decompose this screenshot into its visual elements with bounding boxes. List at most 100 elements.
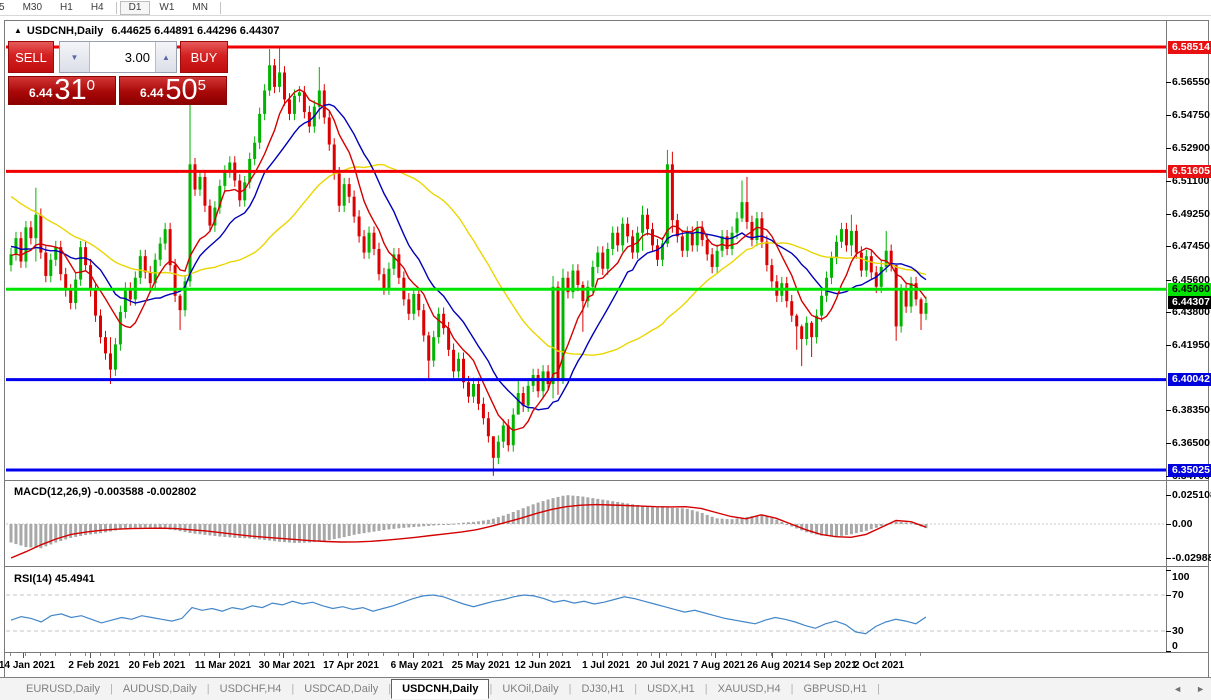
date-minor-tick — [920, 653, 921, 656]
chart-tab-dj30[interactable]: DJ30,H1 — [571, 680, 634, 698]
price-level-badge: 6.35025 — [1168, 464, 1211, 477]
level-lines-layer[interactable] — [6, 47, 1166, 470]
date-minor-tick — [458, 653, 459, 656]
ma-mid — [11, 104, 926, 409]
date-label: 1 Jul 2021 — [582, 660, 630, 671]
chart-tab-ukoil[interactable]: UKOil,Daily — [492, 680, 568, 698]
date-tick-mark — [539, 653, 540, 658]
chart-tab-xauusd[interactable]: XAUUSD,H4 — [708, 680, 791, 698]
date-tick-mark — [477, 653, 478, 658]
date-minor-tick — [114, 653, 115, 656]
date-minor-tick — [592, 653, 593, 656]
date-label: 17 Apr 2021 — [323, 660, 379, 671]
date-minor-tick — [487, 653, 488, 656]
buy-price-big: 50 — [165, 77, 197, 103]
chart-tab-usdcnh[interactable]: USDCNH,Daily — [391, 679, 489, 699]
chart-window: ▲USDCNH,Daily6.44625 6.44891 6.44296 6.4… — [4, 20, 1209, 677]
date-axis[interactable]: 14 Jan 20212 Feb 202120 Feb 202111 Mar 2… — [5, 653, 1208, 678]
date-minor-tick — [860, 653, 861, 656]
date-minor-tick — [353, 653, 354, 656]
date-minor-tick — [279, 653, 280, 656]
price-tick-label: 6.41950 — [1172, 339, 1210, 351]
timeframe-button-h4[interactable]: H4 — [82, 1, 113, 15]
date-minor-tick — [323, 653, 324, 656]
date-minor-tick — [502, 653, 503, 656]
date-minor-tick — [472, 653, 473, 656]
date-minor-tick — [174, 653, 175, 656]
date-minor-tick — [100, 653, 101, 656]
date-label: 20 Jul 2021 — [636, 660, 689, 671]
date-tick-mark — [602, 653, 603, 658]
date-tick-mark — [715, 653, 716, 658]
timeframe-button-mn[interactable]: MN — [183, 1, 217, 15]
timeframe-button-w1[interactable]: W1 — [150, 1, 183, 15]
date-minor-tick — [189, 653, 190, 656]
rsi-tick-mark — [1166, 631, 1171, 632]
date-tick-mark — [875, 653, 876, 658]
price-tick-mark — [1166, 246, 1171, 247]
tab-scroll-left-icon[interactable]: ◄ — [1173, 684, 1182, 694]
macd-indicator-label: MACD(12,26,9) -0.003588 -0.002802 — [14, 486, 196, 498]
rsi-axis-label: 70 — [1172, 589, 1184, 601]
date-minor-tick — [532, 653, 533, 656]
rsi-axis-label: 100 — [1172, 571, 1190, 583]
ma-slow — [11, 165, 926, 356]
date-minor-tick — [159, 653, 160, 656]
timeframe-button-d1[interactable]: D1 — [120, 1, 151, 15]
date-tick-mark — [413, 653, 414, 658]
rsi-chart-canvas[interactable] — [6, 569, 1166, 652]
date-label: 20 Feb 2021 — [129, 660, 186, 671]
symbol-period-label: USDCNH,Daily — [27, 25, 103, 37]
date-minor-tick — [398, 653, 399, 656]
chart-tab-usdcad[interactable]: USDCAD,Daily — [294, 680, 388, 698]
rsi-tick-mark — [1166, 595, 1171, 596]
chart-tab-eurusd[interactable]: EURUSD,Daily — [16, 680, 110, 698]
date-minor-tick — [204, 653, 205, 656]
date-minor-tick — [368, 653, 369, 656]
chart-tab-usdx[interactable]: USDX,H1 — [637, 680, 705, 698]
timeframe-button-5[interactable]: 5 — [0, 1, 14, 15]
date-minor-tick — [890, 653, 891, 656]
date-label: 2 Oct 2021 — [854, 660, 904, 671]
price-tick-mark — [1166, 410, 1171, 411]
price-level-badge: 6.51605 — [1168, 165, 1211, 178]
price-tick-mark — [1166, 82, 1171, 83]
volume-increase-button[interactable]: ▲ — [155, 42, 176, 72]
date-minor-tick — [428, 653, 429, 656]
buy-price-panel[interactable]: 6.44 50 5 — [119, 76, 227, 105]
volume-decrease-button[interactable]: ▼ — [60, 42, 90, 72]
chart-tab-usdchf[interactable]: USDCHF,H4 — [210, 680, 292, 698]
sell-price-panel[interactable]: 6.44 31 0 — [8, 76, 116, 105]
price-tick-mark — [1166, 148, 1171, 149]
buy-price-sup: 5 — [198, 78, 206, 93]
date-minor-tick — [741, 653, 742, 656]
chart-tab-gbpusd[interactable]: GBPUSD,H1 — [793, 680, 877, 698]
price-tick-mark — [1166, 214, 1171, 215]
date-label: 2 Feb 2021 — [68, 660, 119, 671]
rsi-name: RSI(14) — [14, 573, 52, 585]
date-minor-tick — [831, 653, 832, 656]
tab-scroll-right-icon[interactable]: ► — [1196, 684, 1205, 694]
date-minor-tick — [308, 653, 309, 656]
date-label: 11 Mar 2021 — [195, 660, 251, 671]
date-minor-tick — [55, 653, 56, 656]
rsi-indicator-label: RSI(14) 45.4941 — [14, 573, 95, 585]
price-tick-label: 6.52900 — [1172, 142, 1210, 154]
sell-button[interactable]: SELL — [8, 41, 54, 73]
chart-tab-bar: EURUSD,Daily|AUDUSD,Daily|USDCHF,H4|USDC… — [0, 677, 1211, 700]
timeframe-button-m30[interactable]: M30 — [14, 1, 51, 15]
date-tick-mark — [90, 653, 91, 658]
chart-tab-audusd[interactable]: AUDUSD,Daily — [113, 680, 207, 698]
timeframe-button-h1[interactable]: H1 — [51, 1, 82, 15]
macd-tick-mark — [1166, 524, 1171, 525]
price-tick-mark — [1166, 115, 1171, 116]
date-minor-tick — [517, 653, 518, 656]
date-minor-tick — [651, 653, 652, 656]
volume-input[interactable]: 3.00 — [90, 42, 155, 72]
rsi-value: 45.4941 — [55, 573, 95, 585]
date-label: 12 Jun 2021 — [515, 660, 572, 671]
price-tick-mark — [1166, 181, 1171, 182]
collapse-triangle-icon[interactable]: ▲ — [14, 26, 22, 35]
date-minor-tick — [547, 653, 548, 656]
buy-button[interactable]: BUY — [180, 41, 228, 73]
